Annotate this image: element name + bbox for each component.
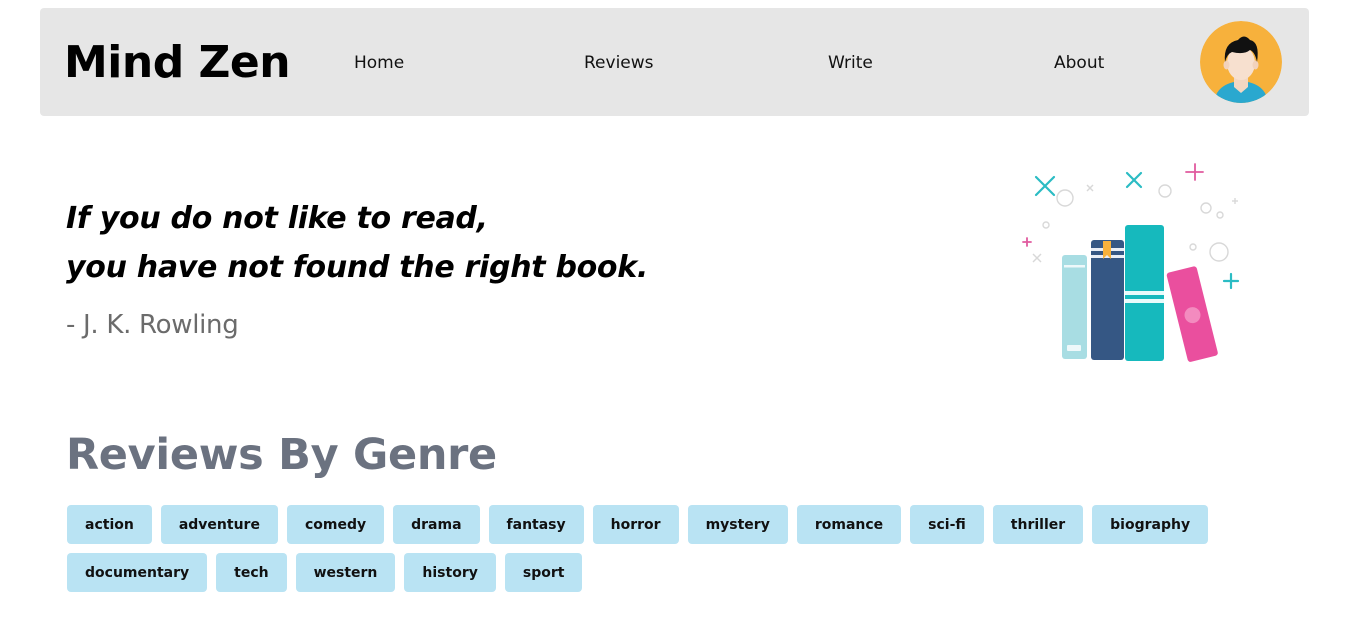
- genre-tag-biography[interactable]: biography: [1092, 505, 1209, 544]
- quote-line-1: If you do not like to read,: [66, 201, 488, 236]
- genre-tag-history[interactable]: history: [404, 553, 496, 592]
- genre-tag-romance[interactable]: romance: [796, 505, 902, 544]
- genre-tag-mystery[interactable]: mystery: [687, 505, 788, 544]
- nav-link-write[interactable]: Write: [828, 8, 873, 116]
- genre-tag-action[interactable]: action: [67, 505, 152, 544]
- quote-line-2: you have not found the right book.: [66, 250, 648, 285]
- genre-tag-horror[interactable]: horror: [592, 505, 679, 544]
- genre-tag-adventure[interactable]: adventure: [160, 505, 278, 544]
- genre-tag-sport[interactable]: sport: [504, 553, 583, 592]
- books-illustration: [1022, 163, 1240, 362]
- genre-tag-documentary[interactable]: documentary: [67, 553, 208, 592]
- genre-tag-thriller[interactable]: thriller: [992, 505, 1084, 544]
- quote-author: - J. K. Rowling: [66, 310, 239, 340]
- genre-tag-fantasy[interactable]: fantasy: [488, 505, 584, 544]
- genre-tag-western[interactable]: western: [295, 553, 396, 592]
- genres-section-title: Reviews By Genre: [66, 430, 497, 480]
- navbar: Mind Zen Home Reviews Write About: [40, 8, 1309, 116]
- hero-quote: If you do not like to read, you have not…: [66, 194, 648, 292]
- genre-tag-tech[interactable]: tech: [216, 553, 287, 592]
- user-avatar-icon[interactable]: [1200, 21, 1282, 103]
- nav-link-home[interactable]: Home: [354, 8, 404, 116]
- brand-logo[interactable]: Mind Zen: [64, 8, 291, 116]
- genre-tag-list: action adventure comedy drama fantasy ho…: [67, 505, 1267, 592]
- genre-tag-drama[interactable]: drama: [393, 505, 480, 544]
- nav-link-reviews[interactable]: Reviews: [584, 8, 654, 116]
- genre-tag-sci-fi[interactable]: sci-fi: [910, 505, 984, 544]
- genre-tag-comedy[interactable]: comedy: [286, 505, 385, 544]
- nav-link-about[interactable]: About: [1054, 8, 1104, 116]
